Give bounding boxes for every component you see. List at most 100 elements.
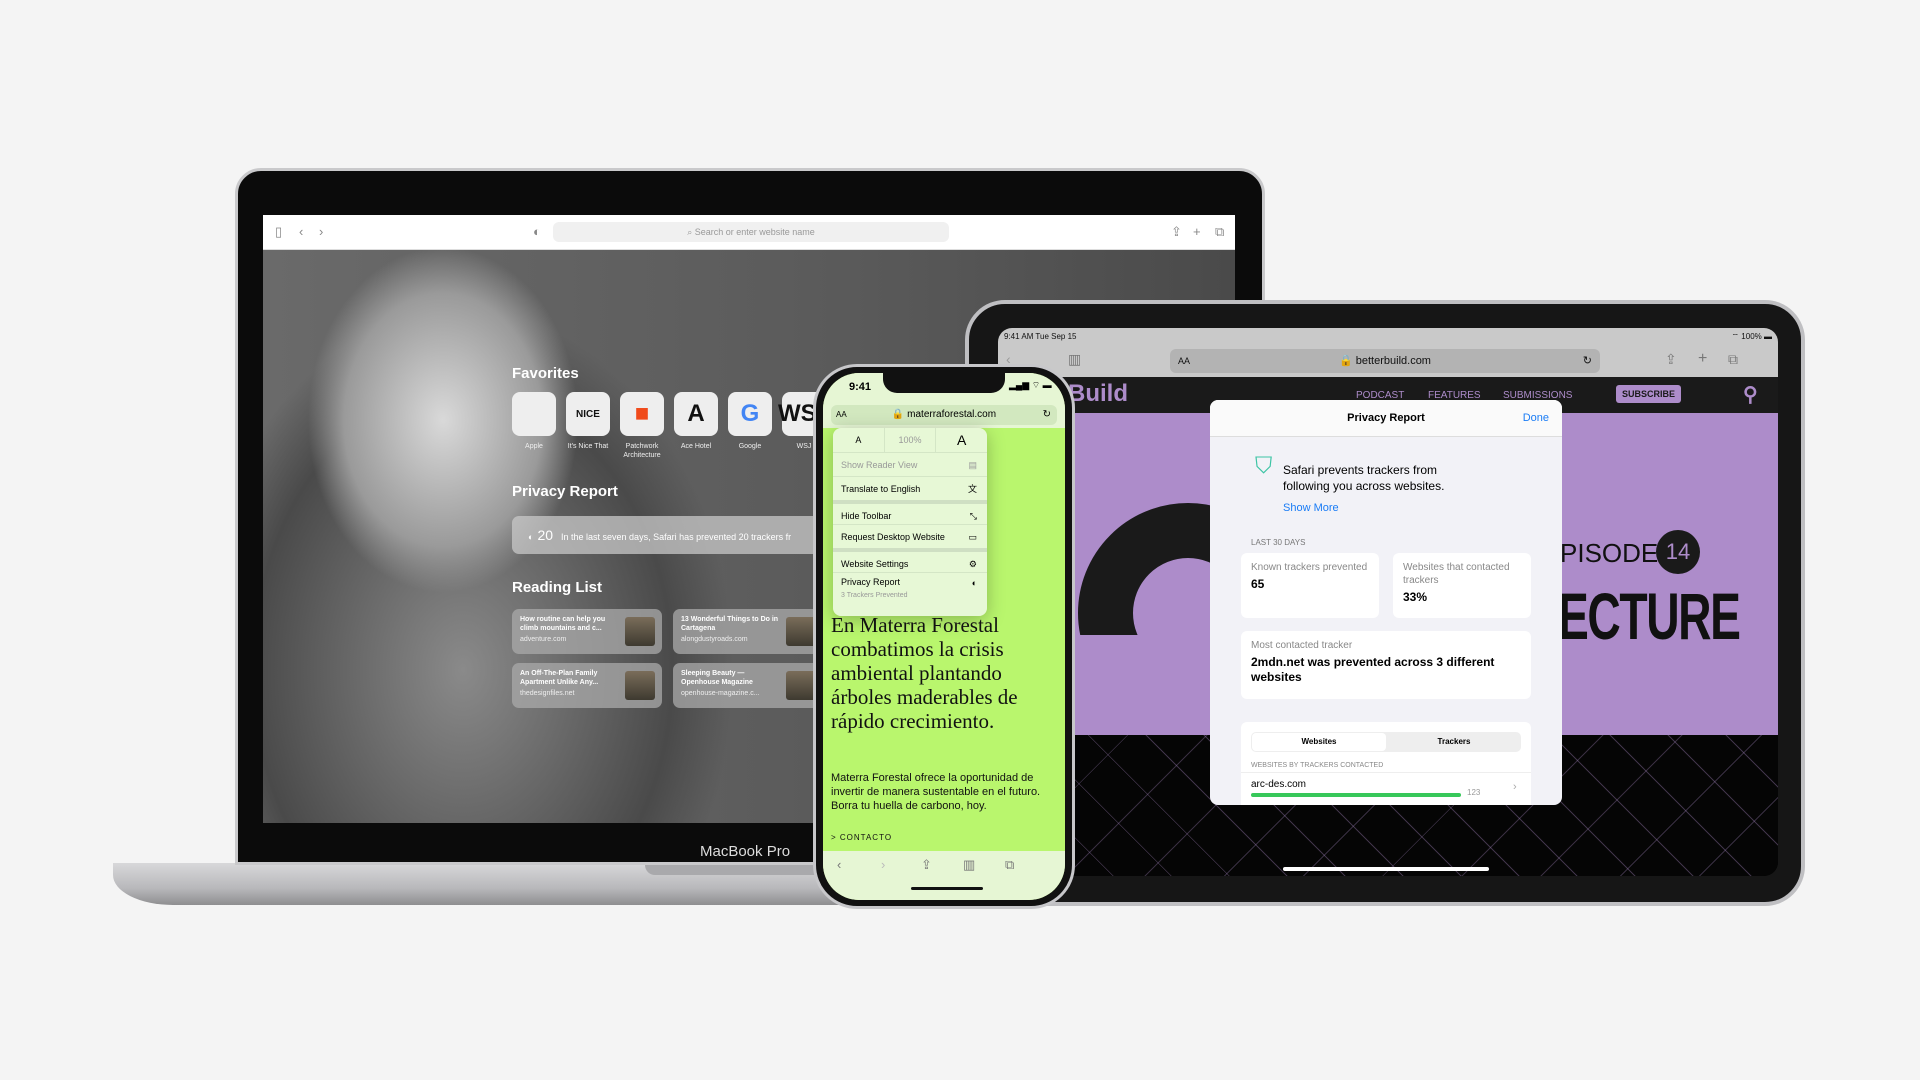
contact-link[interactable]: > CONTACTO [831, 833, 892, 842]
chevron-right-icon: › [1513, 781, 1517, 793]
most-contacted-value: 2mdn.net was prevented across 3 differen… [1251, 655, 1495, 684]
reload-icon[interactable]: ↻ [1583, 349, 1592, 373]
episode-label: PISODE [1560, 538, 1659, 568]
modal-header: Privacy Report Done [1210, 400, 1562, 437]
share-icon[interactable]: ⇪ [1171, 224, 1182, 240]
stat-card-trackers: Known trackers prevented 65 [1241, 553, 1379, 618]
subscribe-button[interactable]: SUBSCRIBE [1616, 385, 1682, 403]
article-title: 13 Wonderful Things to Do in Cartagena [681, 616, 779, 632]
tracker-count: 20 [537, 527, 554, 543]
reading-list-item[interactable]: An Off-The-Plan Family Apartment Unlike … [512, 663, 662, 708]
bookmarks-icon[interactable]: ▥ [1068, 351, 1081, 368]
url-text: betterbuild.com [1355, 355, 1431, 367]
decrease-text-button[interactable]: A [833, 428, 885, 452]
privacy-report-title: Privacy Report [512, 483, 618, 500]
article-thumbnail [625, 671, 655, 700]
favorite-patchwork[interactable]: ■ Patchwork Architecture [620, 392, 664, 460]
shield-icon: ◐ [971, 578, 977, 588]
done-button[interactable]: Done [1523, 400, 1549, 437]
menu-item-reader-view[interactable]: Show Reader View ▤ [833, 452, 987, 476]
site-logo[interactable]: Build [1068, 380, 1128, 408]
forward-icon[interactable]: › [881, 857, 885, 872]
reading-list-item[interactable]: Sleeping Beauty — Openhouse Magazine open… [673, 663, 823, 708]
iphone-screen: 9:41 ▂▄▆ ⌔ ▬ AA 🔒 materraforestal.com ↻ … [823, 373, 1065, 900]
intro-text: Safari prevents trackers from following … [1283, 463, 1445, 493]
address-bar[interactable]: AA 🔒 materraforestal.com ↻ [831, 405, 1057, 425]
menu-sublabel: 3 Trackers Prevented [841, 592, 908, 599]
show-more-link[interactable]: Show More [1283, 502, 1339, 514]
menu-item-translate[interactable]: Translate to English 文 [833, 476, 987, 500]
body-text: Materra Forestal ofrece la oportunidad d… [831, 772, 1041, 812]
patchwork-logo-icon: ■ [620, 392, 664, 436]
article-thumbnail [786, 617, 816, 646]
sidebar-icon[interactable]: ▯ [275, 224, 282, 240]
menu-label: Translate to English [841, 484, 921, 494]
stat-label: Known trackers prevented [1251, 562, 1368, 573]
favorite-label: Ace Hotel [680, 443, 712, 450]
back-icon[interactable]: ‹ [837, 857, 841, 872]
desktop-icon: ▭ [968, 532, 977, 542]
share-icon[interactable]: ⇪ [921, 857, 932, 873]
share-icon[interactable]: ⇪ [1665, 351, 1677, 368]
reload-icon[interactable]: ↻ [1043, 405, 1051, 425]
macbook-label: MacBook Pro [700, 843, 791, 860]
text-size-button[interactable]: AA [836, 405, 847, 425]
new-tab-icon[interactable]: + [1698, 350, 1707, 368]
signal-wifi-battery-icon: ▂▄▆ ⌔ ▬ [1009, 380, 1052, 390]
menu-item-privacy-report[interactable]: Privacy Report 3 Trackers Prevented ◐ [833, 572, 987, 602]
tracker-count: 123 [1467, 788, 1481, 797]
translate-icon: 文 [967, 484, 977, 494]
headline: En Materra Forestal combatimos la crisis… [831, 613, 1018, 733]
stat-value: 33% [1403, 590, 1428, 604]
menu-label: Website Settings [841, 559, 909, 569]
website-row[interactable]: arc-des.com 123 › [1241, 772, 1531, 805]
favorite-google[interactable]: G Google [728, 392, 772, 451]
safari-toolbar: ‹ ▥ AA 🔒 betterbuild.com ↻ ⇪ + ⧉ [998, 345, 1778, 377]
modal-title: Privacy Report [1347, 412, 1425, 424]
ace-hotel-logo-icon: A [674, 392, 718, 436]
favorite-apple[interactable]: Apple [512, 392, 556, 451]
tab-trackers[interactable]: Trackers [1387, 733, 1521, 751]
privacy-shield-icon[interactable]: ◐ [533, 224, 541, 239]
websites-list-card: Websites Trackers WEBSITES BY TRACKERS C… [1241, 722, 1531, 805]
reading-list-item[interactable]: How routine can help you climb mountains… [512, 609, 662, 654]
reader-icon: ▤ [968, 460, 977, 470]
status-time: 9:41 AM Tue Sep 15 [1004, 332, 1077, 341]
favorite-its-nice-that[interactable]: NICE It's Nice That [566, 392, 610, 451]
menu-item-hide-toolbar[interactable]: Hide Toolbar ⤡ [833, 500, 987, 524]
tab-websites[interactable]: Websites [1252, 733, 1386, 751]
battery-status: ⌔ 100% ▬ [1731, 332, 1772, 341]
favorites-title: Favorites [512, 365, 579, 382]
notch [883, 373, 1005, 393]
tabs-icon[interactable]: ⧉ [1005, 857, 1014, 873]
search-icon[interactable]: ⚲ [1743, 382, 1758, 407]
menu-label: Show Reader View [841, 460, 918, 470]
favorite-label: Google [738, 443, 762, 450]
menu-item-desktop-site[interactable]: Request Desktop Website ▭ [833, 524, 987, 548]
text-size-button[interactable]: AA [1178, 349, 1190, 373]
search-input[interactable]: ⌕ Search or enter website name [553, 222, 949, 242]
forward-icon[interactable]: › [319, 224, 323, 239]
menu-label: Privacy Report [841, 577, 901, 587]
new-tab-icon[interactable]: + [1193, 224, 1201, 239]
tabs-icon[interactable]: ⧉ [1215, 224, 1224, 240]
address-bar[interactable]: AA 🔒 betterbuild.com ↻ [1170, 349, 1600, 373]
period-label: LAST 30 DAYS [1251, 538, 1306, 547]
increase-text-button[interactable]: A [936, 428, 987, 452]
back-icon[interactable]: ‹ [299, 224, 303, 239]
favorite-label: Apple [525, 443, 543, 450]
status-time: 9:41 [849, 381, 872, 393]
article-title: An Off-The-Plan Family Apartment Unlike … [520, 670, 599, 686]
episode-number: 14 [1656, 530, 1700, 574]
episode-title: ECTURE [1558, 579, 1741, 653]
tracker-bar [1251, 793, 1461, 797]
tabs-icon[interactable]: ⧉ [1728, 351, 1738, 368]
reading-list-item[interactable]: 13 Wonderful Things to Do in Cartagena al… [673, 609, 823, 654]
bookmarks-icon[interactable]: ▥ [963, 857, 975, 873]
privacy-report-card[interactable]: ◐ 20 In the last seven days, Safari has pr… [512, 516, 832, 554]
menu-item-website-settings[interactable]: Website Settings ⚙ [833, 548, 987, 572]
reading-list-title: Reading List [512, 579, 603, 596]
privacy-summary: In the last seven days, Safari has preve… [561, 532, 792, 542]
favorite-ace-hotel[interactable]: A Ace Hotel [674, 392, 718, 451]
menu-label: Hide Toolbar [841, 511, 892, 521]
